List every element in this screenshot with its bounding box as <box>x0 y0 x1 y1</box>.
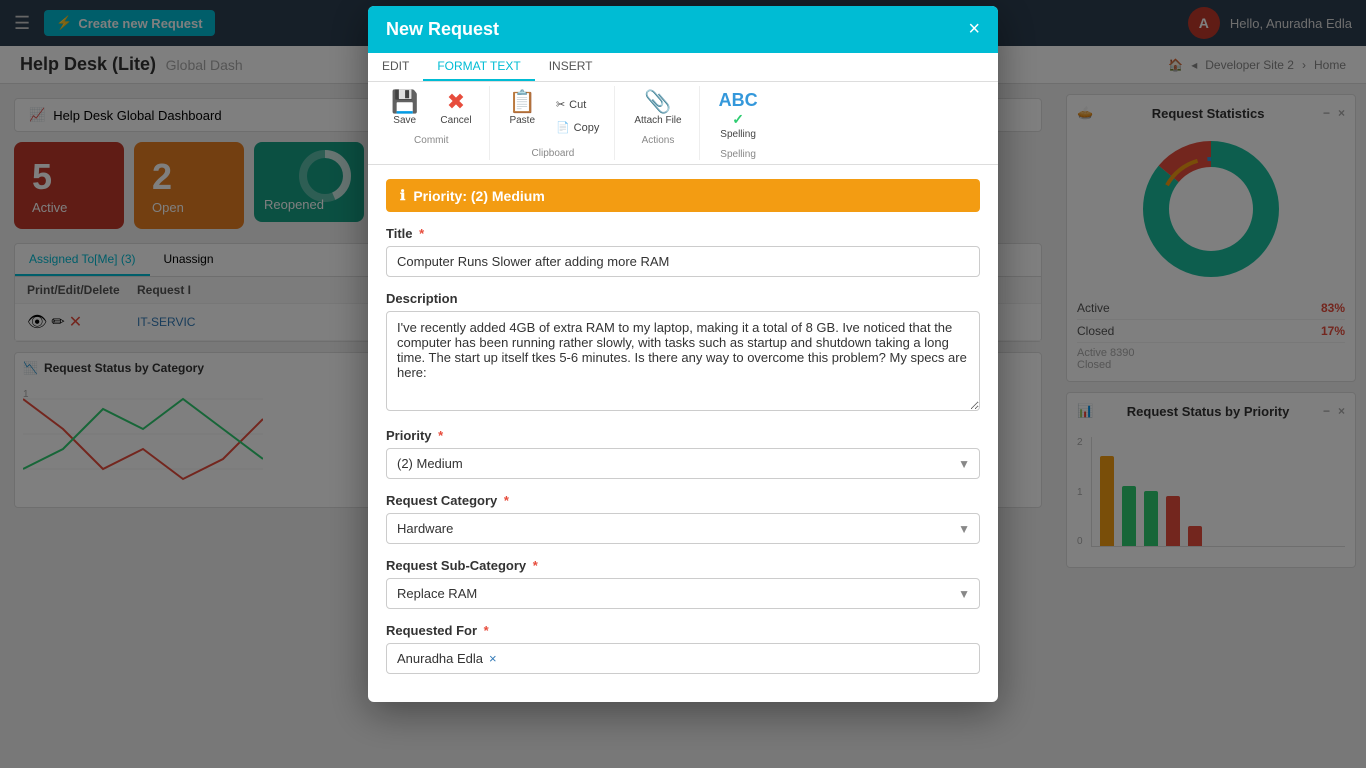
priority-bar-text: Priority: (2) Medium <box>413 188 544 204</box>
sub-category-label: Request Sub-Category * <box>386 558 980 573</box>
category-label: Request Category * <box>386 493 980 508</box>
category-select-wrapper: Hardware Software Network ▼ <box>386 513 980 544</box>
spelling-icon: ABC✓ <box>719 91 758 127</box>
priority-label: Priority * <box>386 428 980 443</box>
requested-for-required: * <box>484 623 489 638</box>
priority-bar-icon: ℹ <box>400 187 405 204</box>
paste-label: Paste <box>509 115 535 126</box>
form-group-priority: Priority * (1) High (2) Medium (3) Low ▼ <box>386 428 980 479</box>
priority-select-wrapper: (1) High (2) Medium (3) Low ▼ <box>386 448 980 479</box>
sub-category-required: * <box>533 558 538 573</box>
clipboard-group-label: Clipboard <box>532 148 575 159</box>
requested-for-value: Anuradha Edla <box>397 651 483 666</box>
priority-required: * <box>438 428 443 443</box>
paste-icon: 📋 <box>509 91 536 113</box>
commit-group-label: Commit <box>414 135 448 146</box>
spelling-button[interactable]: ABC✓ Spelling <box>710 86 767 145</box>
sub-category-select-wrapper: Replace RAM Upgrade RAM Check RAM ▼ <box>386 578 980 609</box>
priority-select[interactable]: (1) High (2) Medium (3) Low <box>386 448 980 479</box>
ribbon: EDIT FORMAT TEXT INSERT 💾 Save ✖ Cancel <box>368 53 998 165</box>
ribbon-tab-edit[interactable]: EDIT <box>368 53 423 81</box>
cancel-label: Cancel <box>440 115 471 126</box>
copy-button[interactable]: 📄 Copy <box>549 117 606 138</box>
cut-icon: ✂ <box>556 98 565 111</box>
form-group-requested-for: Requested For * Anuradha Edla × <box>386 623 980 674</box>
spelling-group-label: Spelling <box>720 149 756 160</box>
ribbon-tab-format-text[interactable]: FORMAT TEXT <box>423 53 534 81</box>
save-icon: 💾 <box>391 91 418 113</box>
form-group-sub-category: Request Sub-Category * Replace RAM Upgra… <box>386 558 980 609</box>
copy-icon: 📄 <box>556 121 570 134</box>
cancel-button[interactable]: ✖ Cancel <box>431 86 480 131</box>
modal-close-button[interactable]: × <box>968 18 980 41</box>
description-textarea[interactable]: I've recently added 4GB of extra RAM to … <box>386 311 980 411</box>
modal-body: ℹ Priority: (2) Medium Title * Descripti… <box>368 165 998 702</box>
modal-overlay: New Request × EDIT FORMAT TEXT INSERT 💾 … <box>0 0 1366 768</box>
title-input[interactable] <box>386 246 980 277</box>
ribbon-group-commit: 💾 Save ✖ Cancel Commit <box>374 86 490 160</box>
description-label: Description <box>386 291 980 306</box>
form-group-category: Request Category * Hardware Software Net… <box>386 493 980 544</box>
cut-button[interactable]: ✂ Cut <box>549 94 606 115</box>
attach-label: Attach File <box>634 115 681 126</box>
save-label: Save <box>393 115 416 126</box>
category-select[interactable]: Hardware Software Network <box>386 513 980 544</box>
save-button[interactable]: 💾 Save <box>382 86 427 131</box>
sub-category-select[interactable]: Replace RAM Upgrade RAM Check RAM <box>386 578 980 609</box>
category-required: * <box>504 493 509 508</box>
ribbon-group-spelling: ABC✓ Spelling Spelling <box>702 86 775 160</box>
modal-header: New Request × <box>368 6 998 53</box>
requested-for-label: Requested For * <box>386 623 980 638</box>
cancel-icon: ✖ <box>447 91 465 113</box>
attach-file-button[interactable]: 📎 Attach File <box>625 86 690 131</box>
ribbon-group-actions: 📎 Attach File Actions <box>617 86 699 160</box>
ribbon-content: 💾 Save ✖ Cancel Commit 📋 <box>368 82 998 164</box>
ribbon-tab-insert[interactable]: INSERT <box>535 53 607 81</box>
cut-label: Cut <box>569 99 586 111</box>
priority-bar: ℹ Priority: (2) Medium <box>386 179 980 212</box>
requested-for-input[interactable]: Anuradha Edla × <box>386 643 980 674</box>
form-group-description: Description I've recently added 4GB of e… <box>386 291 980 414</box>
title-required: * <box>419 226 424 241</box>
ribbon-group-clipboard: 📋 Paste ✂ Cut 📄 Copy <box>492 86 616 160</box>
actions-group-label: Actions <box>642 135 675 146</box>
form-group-title: Title * <box>386 226 980 277</box>
paste-button[interactable]: 📋 Paste <box>500 86 545 146</box>
spelling-label: Spelling <box>720 129 756 140</box>
commit-buttons: 💾 Save ✖ Cancel <box>382 86 481 131</box>
attach-icon: 📎 <box>644 91 671 113</box>
requested-for-clear[interactable]: × <box>489 651 497 666</box>
title-label: Title * <box>386 226 980 241</box>
new-request-modal: New Request × EDIT FORMAT TEXT INSERT 💾 … <box>368 6 998 702</box>
modal-title: New Request <box>386 19 499 40</box>
copy-label: Copy <box>574 122 600 134</box>
ribbon-tabs: EDIT FORMAT TEXT INSERT <box>368 53 998 82</box>
